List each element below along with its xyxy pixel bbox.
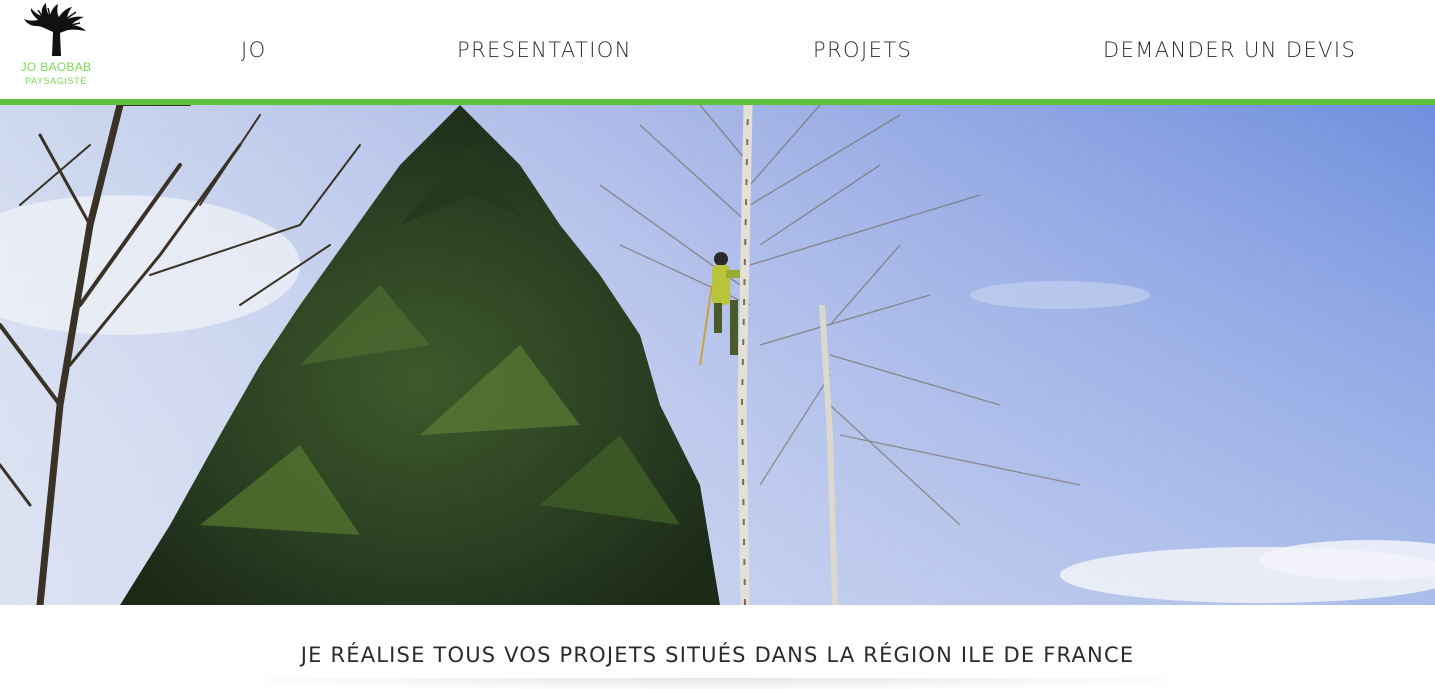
- hero-image: [0, 105, 1435, 605]
- nav-item-presentation[interactable]: PRESENTATION: [457, 38, 632, 62]
- section-shadow: [210, 678, 1220, 689]
- logo-name: JO BAOBAB: [20, 60, 92, 74]
- tagline: JE RÉALISE TOUS VOS PROJETS SITUÉS DANS …: [300, 643, 1135, 667]
- site-logo[interactable]: JO BAOBAB PAYSAGISTE: [14, 2, 98, 92]
- nav-item-demander-un-devis[interactable]: DEMANDER UN DEVIS: [1103, 38, 1356, 62]
- logo-subtitle: PAYSAGISTE: [25, 76, 87, 86]
- site-header: JO BAOBAB PAYSAGISTE JO PRESENTATION PRO…: [0, 0, 1435, 99]
- nav-item-jo[interactable]: JO: [241, 38, 267, 62]
- nav-item-projets[interactable]: PROJETS: [813, 38, 912, 62]
- baobab-tree-icon: [24, 3, 86, 56]
- hero-photo: [0, 105, 1435, 605]
